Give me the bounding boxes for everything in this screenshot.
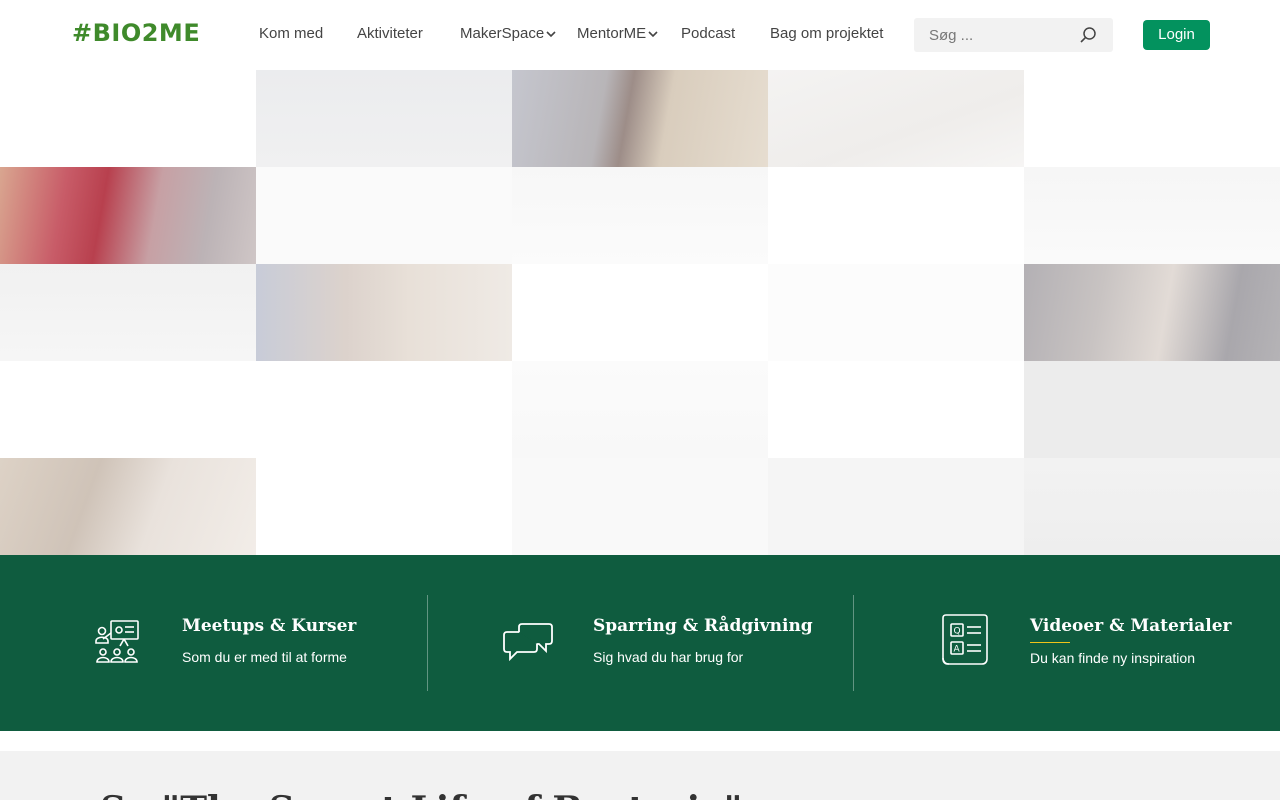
photo-tile [512, 70, 768, 167]
feature-title: Sparring & Rådgivning [593, 616, 813, 636]
nav-bag-om-projektet[interactable]: Bag om projektet [770, 25, 883, 42]
svg-text:Q: Q [954, 627, 961, 637]
photo-tile [768, 458, 1024, 555]
site-logo[interactable]: #BIO2ME [72, 19, 200, 47]
nav-mentorme[interactable]: MentorME [577, 25, 659, 42]
photo-tile [1024, 167, 1280, 264]
nav-aktiviteter[interactable]: Aktiviteter [357, 25, 423, 42]
nav-label: MentorME [577, 25, 647, 42]
feature-title: Meetups & Kurser [182, 616, 357, 636]
features-band: Meetups & Kurser Som du er med til at fo… [0, 555, 1280, 731]
chevron-down-icon [648, 31, 658, 38]
title-underline [1030, 642, 1070, 643]
login-button[interactable]: Login [1143, 20, 1210, 50]
search-input[interactable] [914, 18, 1074, 52]
section-heading: Se "The Secret Life of Bacteria" og ... [100, 789, 854, 800]
feature-subtitle: Sig hvad du har brug for [593, 649, 744, 665]
photo-tile [0, 458, 256, 555]
nav-podcast[interactable]: Podcast [681, 25, 735, 42]
feature-title: Videoer & Materialer [1030, 616, 1232, 636]
nav-label: Podcast [681, 25, 736, 42]
nav-makerspace[interactable]: MakerSpace [460, 25, 557, 42]
search-icon[interactable] [1079, 26, 1097, 44]
nav-kom-med[interactable]: Kom med [259, 25, 323, 42]
photo-tile [1024, 264, 1280, 361]
photo-tile [0, 264, 256, 361]
chevron-down-icon [546, 31, 556, 38]
photo-tile [1024, 458, 1280, 555]
nav-label: Bag om projektet [770, 25, 884, 42]
hero-photo-mosaic [0, 70, 1280, 555]
nav-label: Kom med [259, 25, 324, 42]
photo-tile [512, 458, 768, 555]
lower-section: Se "The Secret Life of Bacteria" og ... [0, 751, 1280, 800]
feature-subtitle: Du kan finde ny inspiration [1030, 650, 1195, 666]
nav-label: MakerSpace [460, 25, 545, 42]
feature-subtitle: Som du er med til at forme [182, 649, 347, 665]
nav-label: Aktiviteter [357, 25, 423, 42]
photo-tile [0, 167, 256, 264]
divider [427, 595, 428, 691]
svg-text:A: A [954, 645, 961, 655]
section-gap [0, 731, 1280, 751]
photo-tile [256, 167, 512, 264]
photo-tile [768, 264, 1024, 361]
site-header: #BIO2ME Kom med Aktiviteter MakerSpace M… [0, 0, 1280, 70]
photo-tile [512, 361, 768, 458]
photo-tile [512, 167, 768, 264]
presentation-audience-icon [95, 620, 139, 663]
qa-document-icon: Q A [942, 614, 988, 665]
chat-bubbles-icon [503, 623, 553, 661]
photo-tile [768, 70, 1024, 167]
photo-tile [256, 264, 512, 361]
photo-tile [1024, 361, 1280, 458]
divider [853, 595, 854, 691]
photo-tile [256, 70, 512, 167]
